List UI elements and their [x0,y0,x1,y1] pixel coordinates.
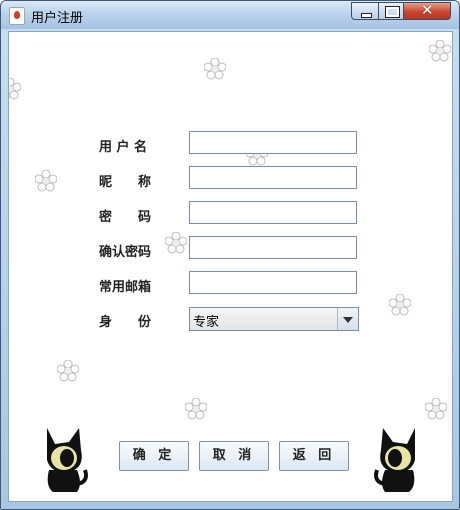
java-app-icon [9,7,25,25]
flower-icon [57,360,79,382]
title-bar[interactable]: 用户注册 ✕ [1,1,459,29]
cancel-button[interactable]: 取 消 [199,441,269,471]
flower-icon [425,398,447,420]
password-input[interactable] [189,201,357,224]
black-cat-icon [374,428,415,492]
black-cat-icon [47,428,88,492]
close-icon: ✕ [421,1,434,19]
flower-icon [389,294,411,316]
email-label: 常用邮箱 [99,280,152,295]
flower-icon [204,58,226,80]
maximize-button[interactable] [378,2,404,20]
role-label: 身 份 [99,315,152,330]
registration-window: 用户注册 ✕ 用 户 名 昵 称 密 码 确认密码 常用邮箱 身 份 专家 确 … [0,0,460,510]
confirm-password-label: 确认密码 [99,245,152,260]
minimize-button[interactable] [351,2,379,20]
flower-icon [185,398,207,420]
flower-icon [35,170,57,192]
email-input[interactable] [189,271,357,294]
username-label: 用 户 名 [99,140,148,155]
role-selected-value: 专家 [193,315,220,330]
flower-icon [9,78,21,100]
window-title: 用户注册 [31,11,84,26]
close-button[interactable]: ✕ [403,1,451,20]
nickname-label: 昵 称 [99,175,152,190]
back-button[interactable]: 返 回 [279,441,349,471]
username-input[interactable] [189,131,357,154]
password-label: 密 码 [99,210,152,225]
form-panel: 用 户 名 昵 称 密 码 确认密码 常用邮箱 身 份 专家 确 定 取 消 返… [8,31,453,502]
role-select[interactable]: 专家 [189,307,359,331]
nickname-input[interactable] [189,166,357,189]
confirm-button[interactable]: 确 定 [119,441,189,471]
chevron-down-icon[interactable] [337,308,358,330]
confirm-password-input[interactable] [189,236,357,259]
flower-icon [429,40,451,62]
